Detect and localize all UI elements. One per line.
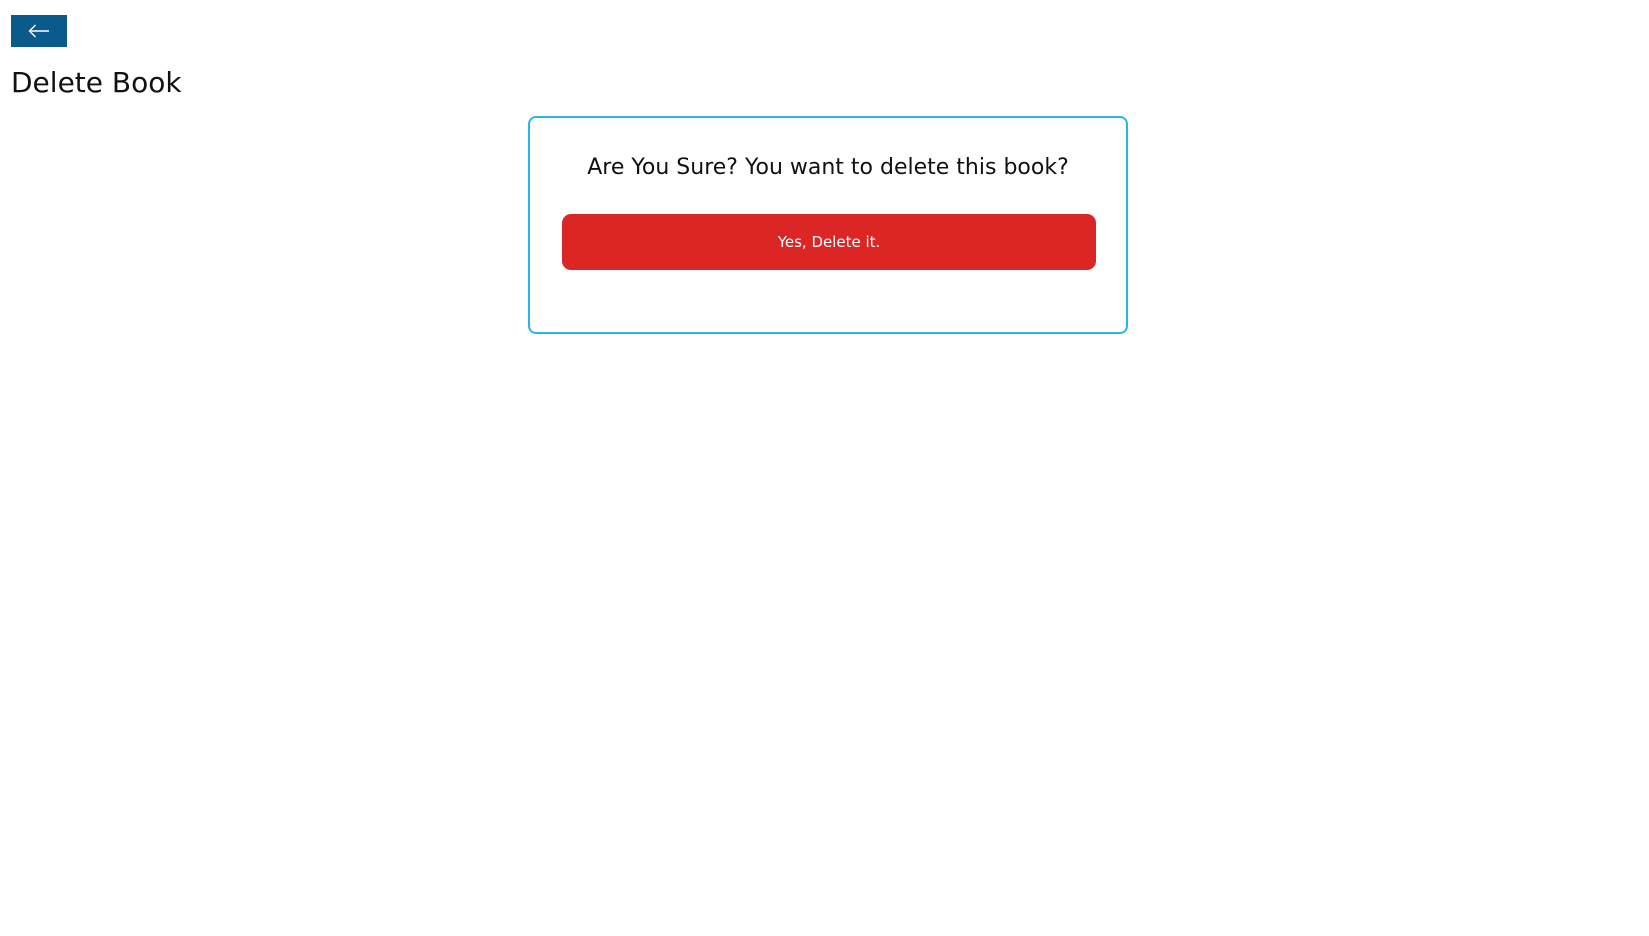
confirm-delete-card: Are You Sure? You want to delete this bo… (528, 116, 1128, 334)
page-title: Delete Book (11, 66, 182, 99)
arrow-left-icon (28, 24, 50, 38)
confirm-delete-button[interactable]: Yes, Delete it. (562, 214, 1096, 270)
confirm-message: Are You Sure? You want to delete this bo… (587, 155, 1069, 180)
back-button[interactable] (11, 15, 67, 47)
